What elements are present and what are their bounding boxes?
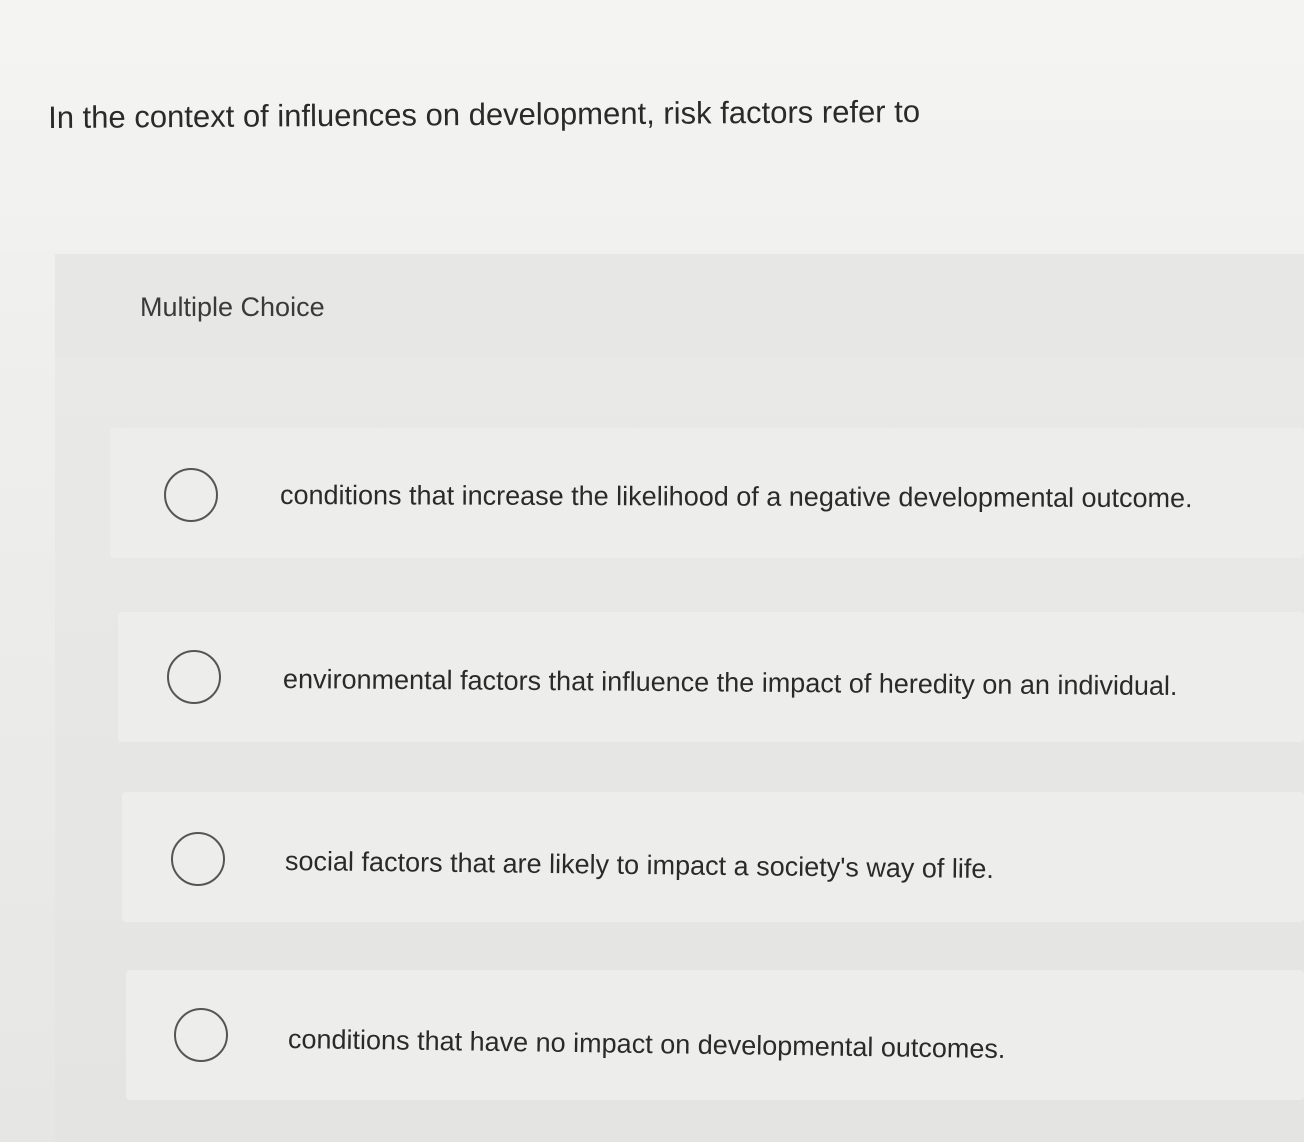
answer-option-b-text: environmental factors that influence the… (282, 664, 1178, 702)
answer-option-a-text: conditions that increase the likelihood … (279, 480, 1193, 514)
radio-button-a[interactable] (164, 468, 218, 522)
radio-button-b[interactable] (167, 650, 221, 704)
question-area: In the context of influences on developm… (0, 0, 1304, 250)
answer-option-c[interactable]: social factors that are likely to impact… (122, 792, 1304, 922)
answer-option-c-text: social factors that are likely to impact… (284, 846, 995, 885)
answer-option-a[interactable]: conditions that increase the likelihood … (110, 428, 1304, 558)
question-type-header: Multiple Choice (55, 254, 1304, 358)
radio-button-d[interactable] (174, 1008, 228, 1062)
answer-option-d[interactable]: conditions that have no impact on develo… (126, 970, 1304, 1100)
radio-button-c[interactable] (171, 832, 225, 886)
answer-option-b[interactable]: environmental factors that influence the… (118, 612, 1304, 742)
question-prompt: In the context of influences on developm… (48, 93, 921, 135)
question-type-label: Multiple Choice (140, 292, 325, 322)
answer-option-d-text: conditions that have no impact on develo… (287, 1024, 1006, 1065)
